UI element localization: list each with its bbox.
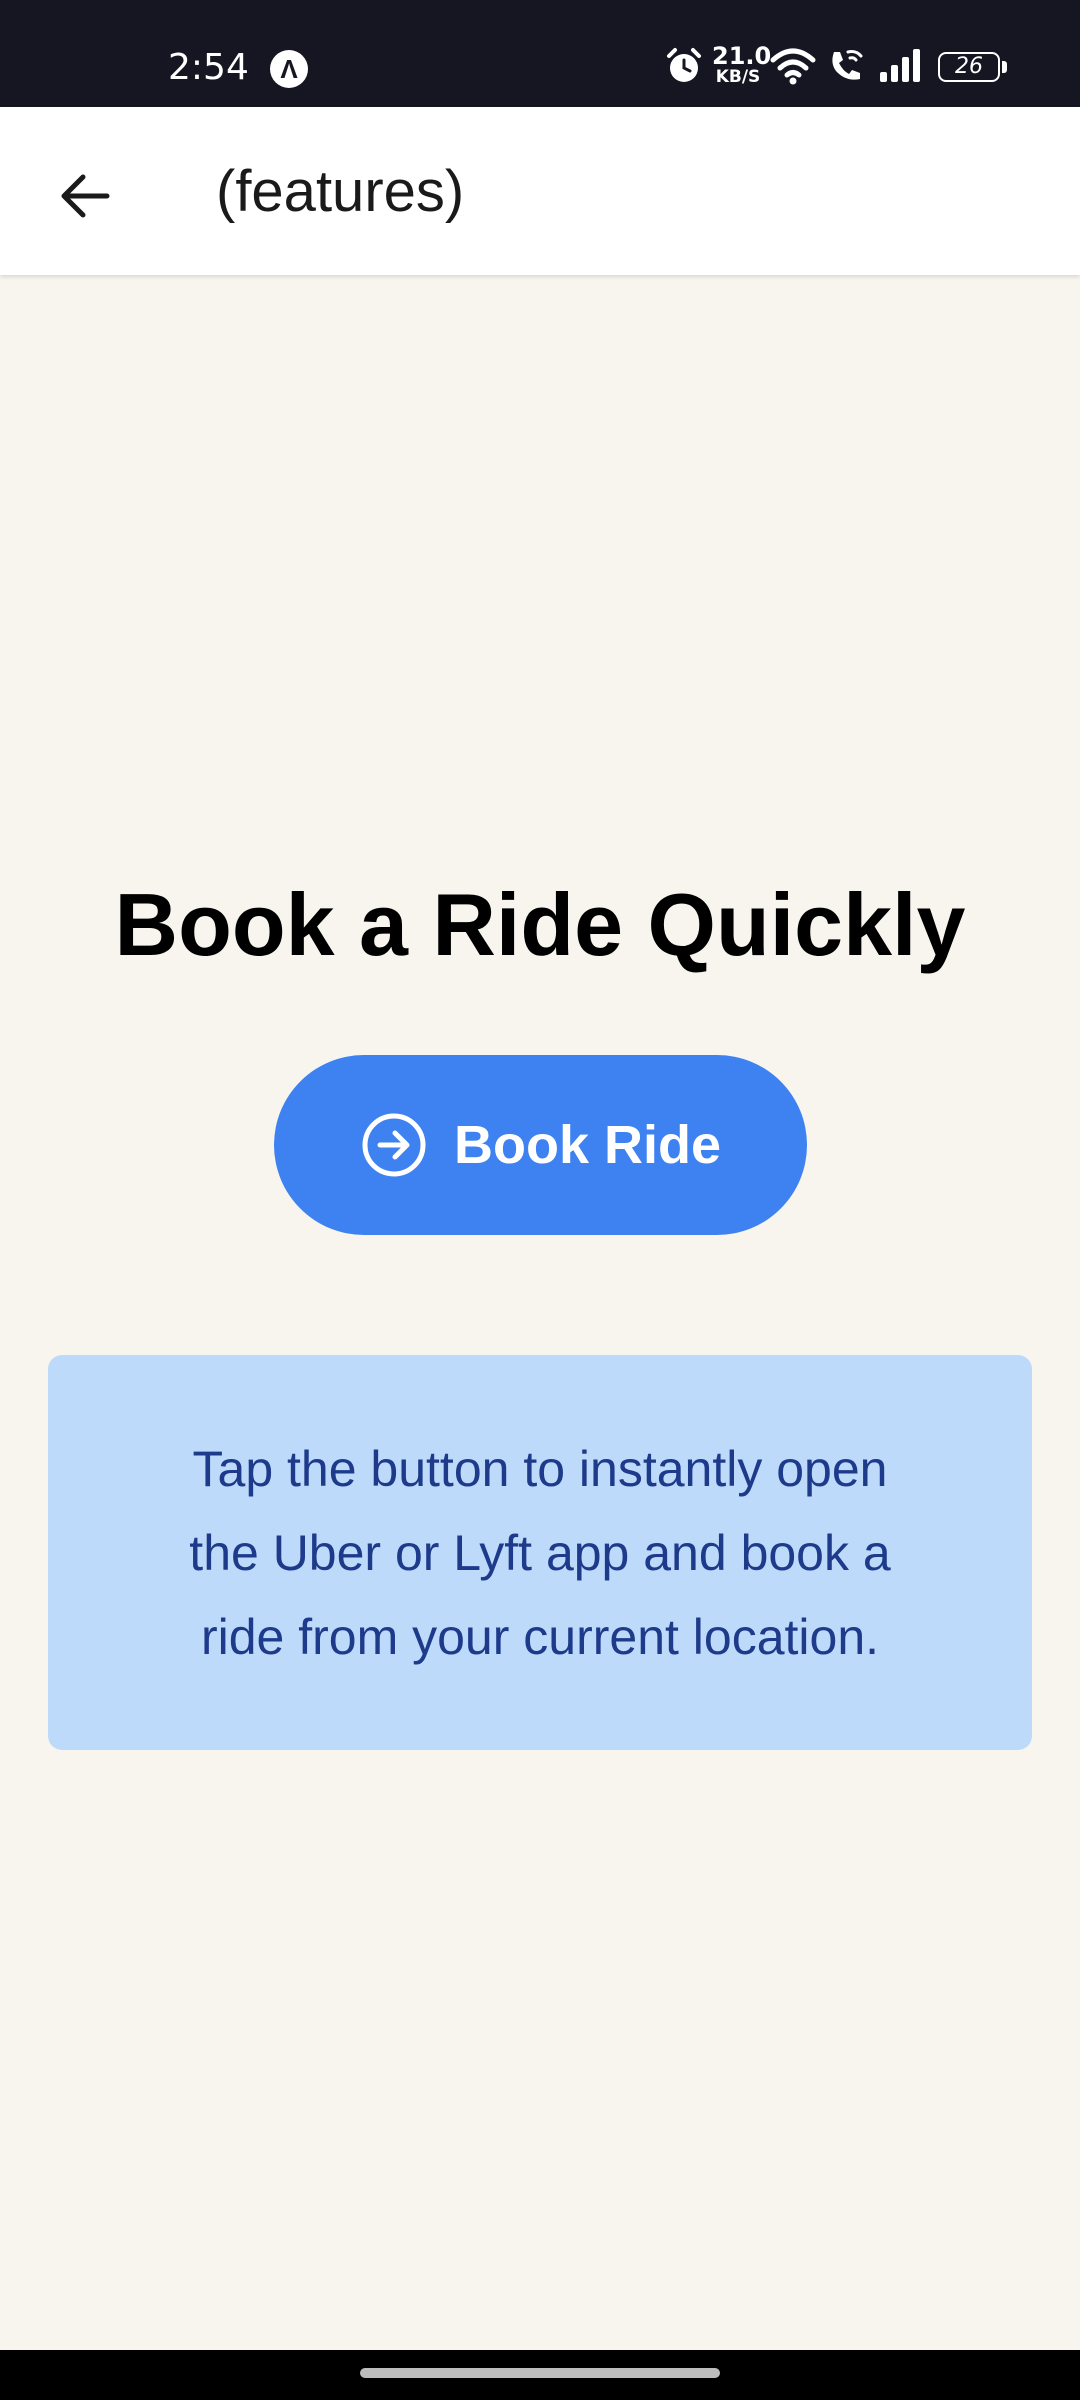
headline: Book a Ride Quickly: [114, 875, 966, 974]
wifi-call-icon: [832, 50, 863, 80]
status-time: 2:54: [168, 47, 249, 88]
screen: 2:54 Λ 21.0 KB/S 26 (features) Book a Ri…: [0, 0, 1080, 2400]
network-speed-value: 21.0: [712, 42, 772, 70]
book-ride-label: Book Ride: [453, 1115, 722, 1175]
status-bar: 2:54 Λ 21.0 KB/S 26: [0, 0, 1080, 107]
app-bar: (features): [0, 107, 1080, 275]
wifi-icon: [770, 48, 816, 85]
battery-icon: 26: [938, 52, 1000, 82]
alarm-icon: [667, 48, 701, 82]
home-indicator[interactable]: [360, 2368, 720, 2378]
info-box: Tap the button to instantly open the Ube…: [48, 1355, 1032, 1750]
arrow-left-icon: [61, 174, 110, 218]
back-button[interactable]: [40, 151, 130, 241]
arrow-right-circle-icon: [362, 1113, 426, 1177]
battery-tip: [1002, 61, 1007, 73]
network-speed-unit: KB/S: [715, 67, 761, 87]
navigation-bar: [0, 2350, 1080, 2400]
book-ride-button[interactable]: Book Ride: [274, 1055, 807, 1235]
page-title: (features): [216, 159, 465, 224]
network-speed: 21.0 KB/S: [712, 42, 772, 87]
app-notification-icon: Λ: [270, 50, 308, 88]
signal-icon: [880, 49, 920, 82]
info-text: Tap the button to instantly open the Ube…: [189, 1440, 891, 1665]
